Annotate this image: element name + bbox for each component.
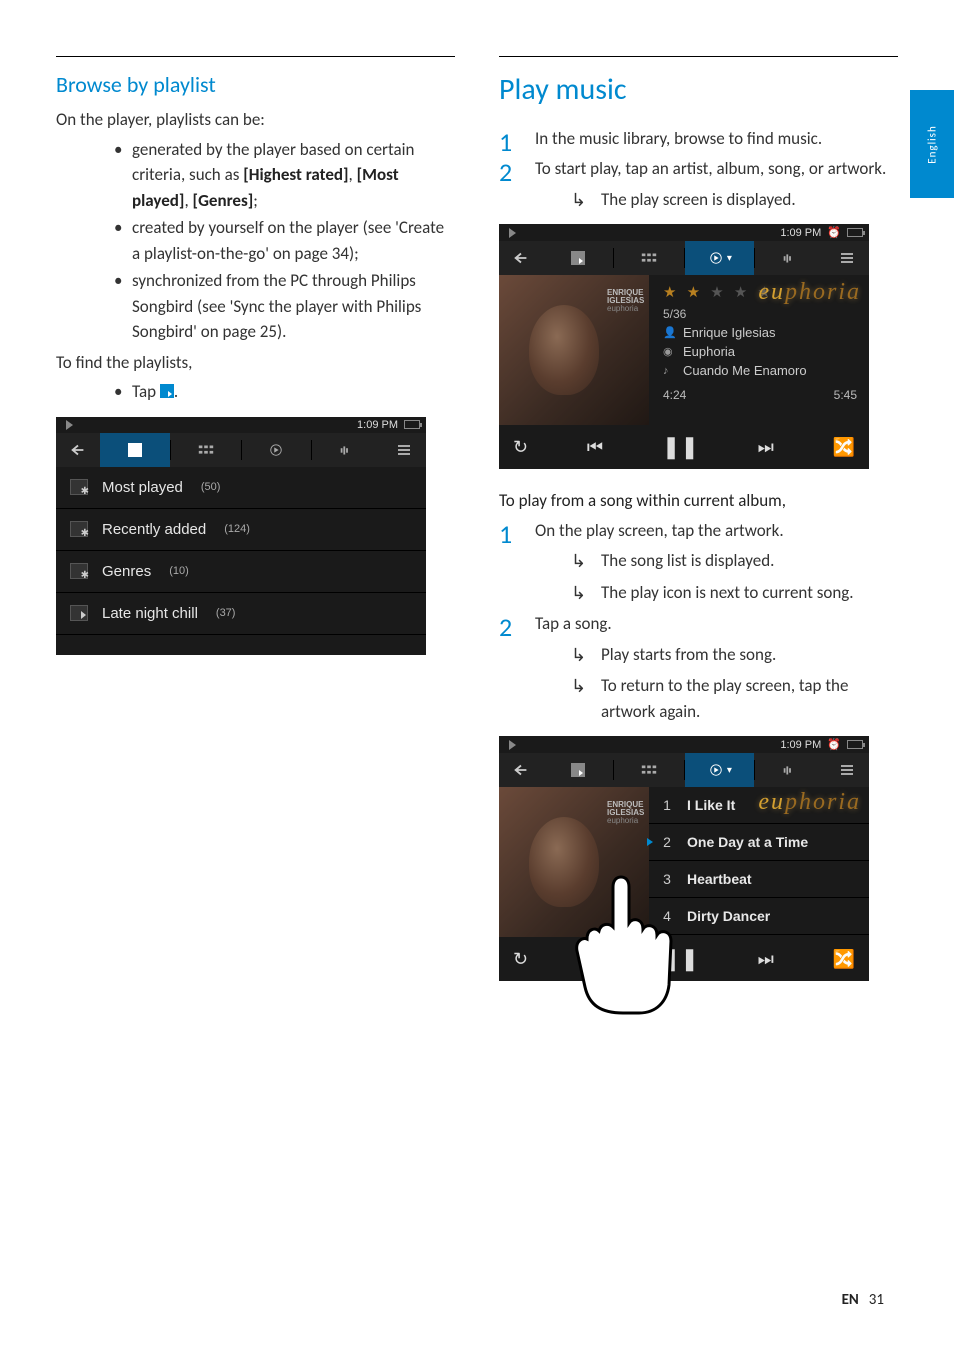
menu-button[interactable] bbox=[825, 241, 869, 275]
play-indicator-icon bbox=[509, 228, 516, 238]
repeat-button[interactable]: ↻ bbox=[513, 949, 528, 970]
playlist-row-count: (37) bbox=[216, 607, 236, 619]
right-column: Play music 1In the music library, browse… bbox=[499, 56, 898, 1001]
playlist-row-count: (124) bbox=[224, 523, 250, 535]
menu-button[interactable] bbox=[825, 753, 869, 787]
alarm-icon: ⏰ bbox=[827, 226, 841, 239]
section2-title: To play from a song within current album… bbox=[499, 489, 898, 514]
album-art[interactable]: ENRIQUEIGLESIASeuphoria bbox=[499, 275, 649, 425]
menu-button[interactable] bbox=[382, 433, 426, 467]
back-button[interactable] bbox=[499, 753, 543, 787]
playlist-row-icon bbox=[70, 605, 88, 621]
status-time: 1:09 PM bbox=[780, 227, 821, 239]
playlist-row-icon bbox=[70, 521, 88, 537]
song-row[interactable]: 2 One Day at a Time bbox=[649, 824, 869, 861]
tab-nowplaying[interactable]: ▾ bbox=[685, 241, 755, 275]
battery-icon bbox=[404, 420, 420, 429]
song-row[interactable]: 4Dirty Dancer bbox=[649, 898, 869, 935]
shuffle-button[interactable]: 🔀 bbox=[833, 949, 855, 970]
playlist-row-icon bbox=[70, 479, 88, 495]
battery-icon bbox=[847, 228, 863, 237]
tab-volume[interactable] bbox=[755, 753, 825, 787]
playlist-row-count: (10) bbox=[169, 565, 189, 577]
songlist-screenshot: 1:09 PM ⏰ ▾ ENRIQUEIGLESIASeuphoria bbox=[499, 736, 869, 981]
tab-volume[interactable] bbox=[755, 241, 825, 275]
tab-volume[interactable] bbox=[312, 433, 382, 467]
play-screen-screenshot: 1:09 PM ⏰ ▾ ENRIQUEIGLESIASeuphoria bbox=[499, 224, 869, 469]
left-column: Browse by playlist On the player, playli… bbox=[56, 56, 455, 1001]
tab-library[interactable] bbox=[614, 241, 684, 275]
album-watermark: euphoria bbox=[758, 789, 861, 816]
back-button[interactable] bbox=[499, 241, 543, 275]
tab-nowplaying[interactable] bbox=[242, 433, 312, 467]
prev-button[interactable]: ⏮ bbox=[587, 437, 603, 458]
song-title: I Like It bbox=[687, 797, 735, 813]
tab-library[interactable] bbox=[614, 753, 684, 787]
playlist-row[interactable]: Recently added (124) bbox=[56, 509, 426, 551]
pause-button[interactable]: ❚❚ bbox=[662, 434, 699, 460]
playlist-row-name: Genres bbox=[102, 563, 151, 580]
playlist-intro: On the player, playlists can be: bbox=[56, 108, 455, 133]
album-watermark: euphoria bbox=[758, 279, 861, 306]
playlist-row-count: (50) bbox=[201, 481, 221, 493]
play-music-heading: Play music bbox=[499, 71, 898, 108]
tap-hand-icon bbox=[561, 857, 681, 1017]
tab-playlists[interactable] bbox=[100, 433, 170, 467]
alarm-icon: ⏰ bbox=[827, 738, 841, 751]
song-number: 1 bbox=[659, 797, 675, 813]
playlist-row[interactable]: Most played (50) bbox=[56, 467, 426, 509]
play-indicator-icon bbox=[509, 740, 516, 750]
playlist-row-name: Recently added bbox=[102, 521, 206, 538]
song-row[interactable]: 3Heartbeat bbox=[649, 861, 869, 898]
playlist-screenshot: 1:09 PM Most played (50) Recently added (12… bbox=[56, 417, 426, 655]
playlist-row-name: Late night chill bbox=[102, 605, 198, 622]
back-button[interactable] bbox=[56, 433, 100, 467]
status-time: 1:09 PM bbox=[780, 739, 821, 751]
artist-icon: 👤 bbox=[663, 326, 675, 339]
browse-playlist-heading: Browse by playlist bbox=[56, 71, 455, 98]
next-button[interactable]: ⏭ bbox=[758, 949, 774, 970]
find-playlists-label: To find the playlists, bbox=[56, 351, 455, 376]
battery-icon bbox=[847, 740, 863, 749]
play-indicator-icon bbox=[66, 420, 73, 430]
playlist-icon bbox=[160, 384, 174, 398]
playlist-row-icon bbox=[70, 563, 88, 579]
playlist-row-name: Most played bbox=[102, 479, 183, 496]
page-footer: EN31 bbox=[842, 1291, 884, 1309]
next-button[interactable]: ⏭ bbox=[758, 437, 774, 458]
tab-playlists[interactable] bbox=[543, 753, 613, 787]
song-title: One Day at a Time bbox=[687, 834, 808, 850]
shuffle-button[interactable]: 🔀 bbox=[833, 437, 855, 458]
tab-library[interactable] bbox=[171, 433, 241, 467]
album-icon: ◉ bbox=[663, 345, 675, 358]
status-time: 1:09 PM bbox=[357, 419, 398, 431]
song-title: Dirty Dancer bbox=[687, 908, 770, 924]
song-icon: ♪ bbox=[663, 365, 675, 377]
song-number: 2 bbox=[659, 834, 675, 850]
tab-playlists[interactable] bbox=[543, 241, 613, 275]
playlist-row[interactable]: Late night chill (37) bbox=[56, 593, 426, 635]
repeat-button[interactable]: ↻ bbox=[513, 437, 528, 458]
playlist-row[interactable]: Genres (10) bbox=[56, 551, 426, 593]
tab-nowplaying[interactable]: ▾ bbox=[685, 753, 755, 787]
playlist-bullets: generated by the player based on certain… bbox=[56, 137, 455, 345]
song-title: Heartbeat bbox=[687, 871, 752, 887]
